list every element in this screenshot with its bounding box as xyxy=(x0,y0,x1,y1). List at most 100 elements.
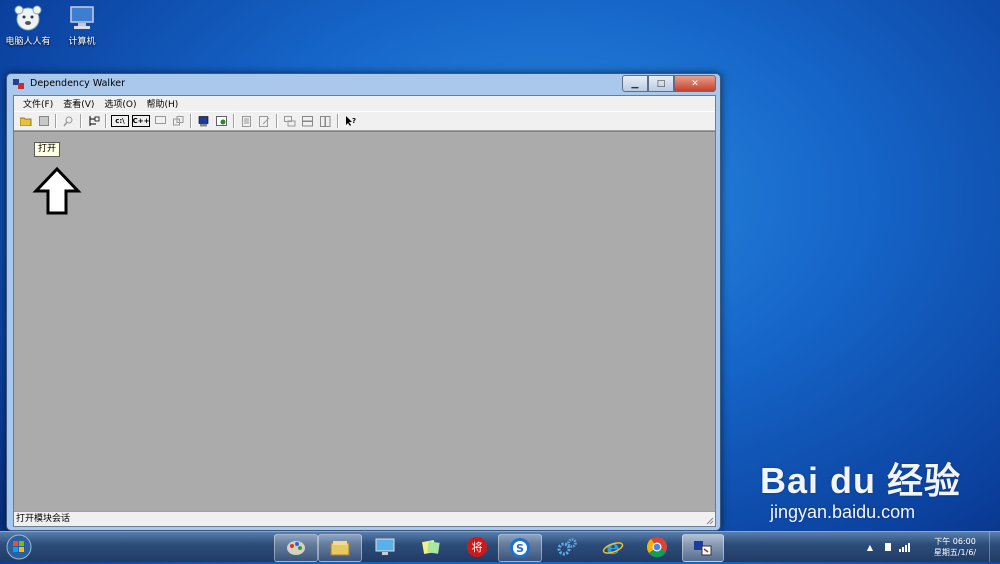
toolbar-separator xyxy=(80,114,82,128)
windows-orb-icon xyxy=(6,534,32,560)
taskbar-chess[interactable]: 将 xyxy=(456,534,498,560)
up-arrow-annotation-icon xyxy=(32,167,82,215)
gears-icon xyxy=(557,538,577,556)
taskbar-explorer[interactable] xyxy=(318,534,362,562)
open-button[interactable] xyxy=(17,113,34,129)
menu-view[interactable]: 查看(V) xyxy=(58,97,99,110)
window-client-area: 文件(F) 查看(V) 选项(O) 帮助(H) c:\ C++ ? 打开 打开模… xyxy=(13,95,716,527)
desktop-icon-label: 电脑人人有 xyxy=(5,37,51,47)
taskbar-ie[interactable]: e xyxy=(592,534,634,560)
taskbar-chrome[interactable] xyxy=(636,534,678,560)
paint-palette-icon xyxy=(287,541,305,555)
copy-icon xyxy=(173,116,184,126)
menu-file[interactable]: 文件(F) xyxy=(18,97,58,110)
full-paths-button[interactable]: c:\ xyxy=(111,115,129,127)
menu-options[interactable]: 选项(O) xyxy=(99,97,141,110)
viewer-icon xyxy=(215,115,227,126)
copy-button[interactable] xyxy=(170,113,187,129)
usb-device-icon[interactable] xyxy=(883,542,893,552)
taskbar-dependency-walker[interactable] xyxy=(682,534,724,562)
taskbar-paint[interactable] xyxy=(274,534,318,562)
close-icon: ✕ xyxy=(691,78,699,89)
start-button[interactable] xyxy=(4,533,34,561)
toolbar: c:\ C++ ? xyxy=(14,111,715,131)
cascade-button[interactable] xyxy=(281,113,298,129)
title-bar[interactable]: Dependency Walker ▁ □ ✕ xyxy=(7,74,720,94)
network-signal-icon[interactable] xyxy=(899,542,911,552)
clock[interactable]: 下午 06:00 星期五/1/6/ xyxy=(921,536,989,558)
tile-horizontal-icon xyxy=(302,115,313,126)
toolbar-separator xyxy=(190,114,192,128)
app-icon xyxy=(13,79,25,89)
find-icon xyxy=(63,116,73,126)
edit-button[interactable] xyxy=(256,113,273,129)
toolbar-separator xyxy=(233,114,235,128)
tray-expand-icon[interactable]: ▲ xyxy=(867,543,873,552)
save-icon xyxy=(38,116,49,126)
computer-small-icon xyxy=(198,115,209,126)
window-icon xyxy=(155,116,166,124)
open-folder-icon xyxy=(19,117,31,126)
dependency-walker-window: Dependency Walker ▁ □ ✕ 文件(F) 查看(V) 选项(O… xyxy=(6,73,721,531)
desktop-icon-label: 计算机 xyxy=(68,37,96,47)
page-icon xyxy=(241,115,251,127)
watermark-url: jingyan.baidu.com xyxy=(770,502,916,522)
svg-text:将: 将 xyxy=(472,541,483,554)
properties-button[interactable] xyxy=(238,113,255,129)
mdi-workspace[interactable]: 打开 xyxy=(14,131,715,512)
taskbar-settings[interactable] xyxy=(546,534,588,560)
status-bar: 打开模块会话 xyxy=(14,511,715,526)
context-help-button[interactable]: ? xyxy=(342,113,359,129)
svg-text:e: e xyxy=(607,536,620,558)
undecorate-cpp-button[interactable]: C++ xyxy=(132,115,150,127)
module-button[interactable] xyxy=(152,113,169,129)
sticky-note-icon xyxy=(422,540,440,554)
tile-vertical-icon xyxy=(320,115,331,127)
show-desktop-button[interactable] xyxy=(989,532,1000,562)
toolbar-separator xyxy=(276,114,278,128)
tile-vertical-button[interactable] xyxy=(317,113,334,129)
taskbar-notes[interactable] xyxy=(410,534,452,560)
toolbar-separator xyxy=(55,114,57,128)
profile-button[interactable] xyxy=(85,113,102,129)
find-button[interactable] xyxy=(60,113,77,129)
dependency-walker-icon xyxy=(694,541,712,556)
chess-piece-icon: 将 xyxy=(467,537,487,557)
minimize-button[interactable]: ▁ xyxy=(622,75,648,92)
close-button[interactable]: ✕ xyxy=(674,75,716,92)
svg-text:?: ? xyxy=(352,117,356,125)
sogou-icon: S xyxy=(510,538,530,558)
bear-user-icon xyxy=(13,4,43,32)
folder-icon xyxy=(330,541,350,556)
taskbar-remote-desktop[interactable] xyxy=(364,534,406,560)
clock-time: 下午 06:00 xyxy=(934,537,976,546)
system-info-button[interactable] xyxy=(195,113,212,129)
svg-text:S: S xyxy=(516,542,524,555)
help-pointer-icon: ? xyxy=(345,116,356,126)
minimize-icon: ▁ xyxy=(631,78,639,89)
watermark-brand: Bai du 经验 xyxy=(760,460,962,501)
toolbar-separator xyxy=(337,114,339,128)
clock-date: 星期五/1/6/ xyxy=(933,548,977,557)
window-title: Dependency Walker xyxy=(30,78,125,89)
desktop-icon-user-folder[interactable]: 电脑人人有 xyxy=(0,4,56,47)
toolbar-separator xyxy=(105,114,107,128)
tile-horizontal-button[interactable] xyxy=(299,113,316,129)
desktop-icon-computer[interactable]: 计算机 xyxy=(54,4,110,47)
taskbar: 将 S e ▲ 下午 06:00 星期五/1/6/ xyxy=(0,531,1000,562)
baidu-watermark: Bai du 经验 jingyan.baidu.com xyxy=(760,452,961,523)
menu-help[interactable]: 帮助(H) xyxy=(142,97,184,110)
monitor-icon xyxy=(375,538,395,555)
save-button[interactable] xyxy=(35,113,52,129)
external-viewer-button[interactable] xyxy=(213,113,230,129)
taskbar-sogou[interactable]: S xyxy=(498,534,542,562)
resize-grip-icon[interactable] xyxy=(706,517,714,525)
computer-icon xyxy=(67,4,97,32)
open-tooltip: 打开 xyxy=(34,142,61,157)
status-text: 打开模块会话 xyxy=(16,514,71,524)
internet-explorer-icon: e xyxy=(602,536,624,558)
maximize-icon: □ xyxy=(656,78,666,89)
chrome-icon xyxy=(647,537,667,558)
tree-icon xyxy=(89,116,99,126)
maximize-button[interactable]: □ xyxy=(648,75,674,92)
